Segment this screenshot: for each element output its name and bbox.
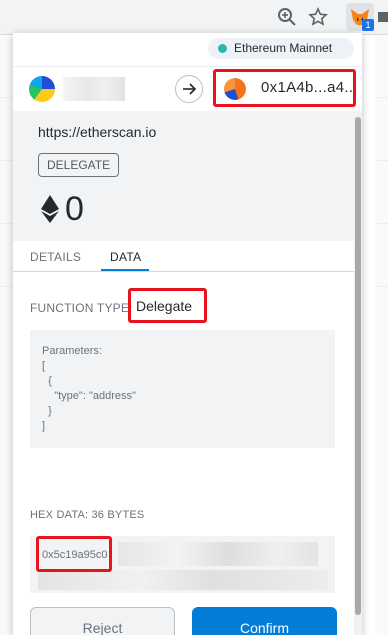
parameters-text: Parameters: [ { "type": "address" } ] [42, 345, 136, 432]
function-type-label: FUNCTION TYPE: [30, 301, 133, 315]
data-tab-content: FUNCTION TYPE: Delegate Parameters: [ { … [13, 272, 354, 602]
tab-bar: DETAILS DATA [13, 241, 354, 272]
parameters-box: Parameters: [ { "type": "address" } ] [30, 330, 335, 448]
active-tab-indicator [101, 269, 149, 271]
background-page-right [375, 35, 388, 635]
network-status-dot [218, 44, 227, 53]
network-indicator[interactable]: Ethereum Mainnet [208, 38, 354, 59]
bookmark-star-icon[interactable] [307, 6, 329, 28]
metamask-fox-icon[interactable]: 1 [346, 3, 374, 31]
arrow-right-icon [175, 75, 203, 103]
background-page-left [0, 35, 13, 635]
action-badge: DELEGATE [38, 153, 120, 177]
tab-details[interactable]: DETAILS [30, 250, 81, 264]
highlight-recipient [213, 69, 356, 107]
reject-button[interactable]: Reject [30, 607, 175, 635]
hex-data-redacted-line [38, 570, 328, 590]
extensions-puzzle-icon[interactable] [378, 6, 388, 28]
sender-name-redacted [63, 77, 125, 101]
eth-amount: 0 [65, 190, 84, 228]
zoom-icon[interactable] [276, 6, 298, 28]
action-footer: Reject Confirm [13, 593, 354, 635]
transaction-summary: https://etherscan.io DELEGATE 0 [13, 111, 362, 241]
browser-toolbar: 1 [0, 0, 388, 35]
notification-badge: 1 [362, 19, 374, 31]
confirm-button[interactable]: Confirm [192, 607, 337, 635]
sender-recipient-row: 0x1A4b...a4... [13, 66, 362, 112]
hex-data-redacted [118, 542, 318, 566]
ethereum-icon [41, 195, 59, 223]
tab-data[interactable]: DATA [110, 250, 141, 264]
network-name: Ethereum Mainnet [234, 41, 333, 55]
scrollbar-thumb[interactable] [355, 117, 361, 615]
highlight-hex-data [36, 536, 112, 572]
origin-url: https://etherscan.io [38, 124, 157, 140]
sender-identicon [29, 76, 55, 102]
highlight-function-type [128, 288, 207, 323]
metamask-confirm-popup: Ethereum Mainnet 0x1A4b...a4... https://… [13, 33, 362, 635]
hex-data-label: HEX DATA: 36 BYTES [30, 509, 145, 521]
